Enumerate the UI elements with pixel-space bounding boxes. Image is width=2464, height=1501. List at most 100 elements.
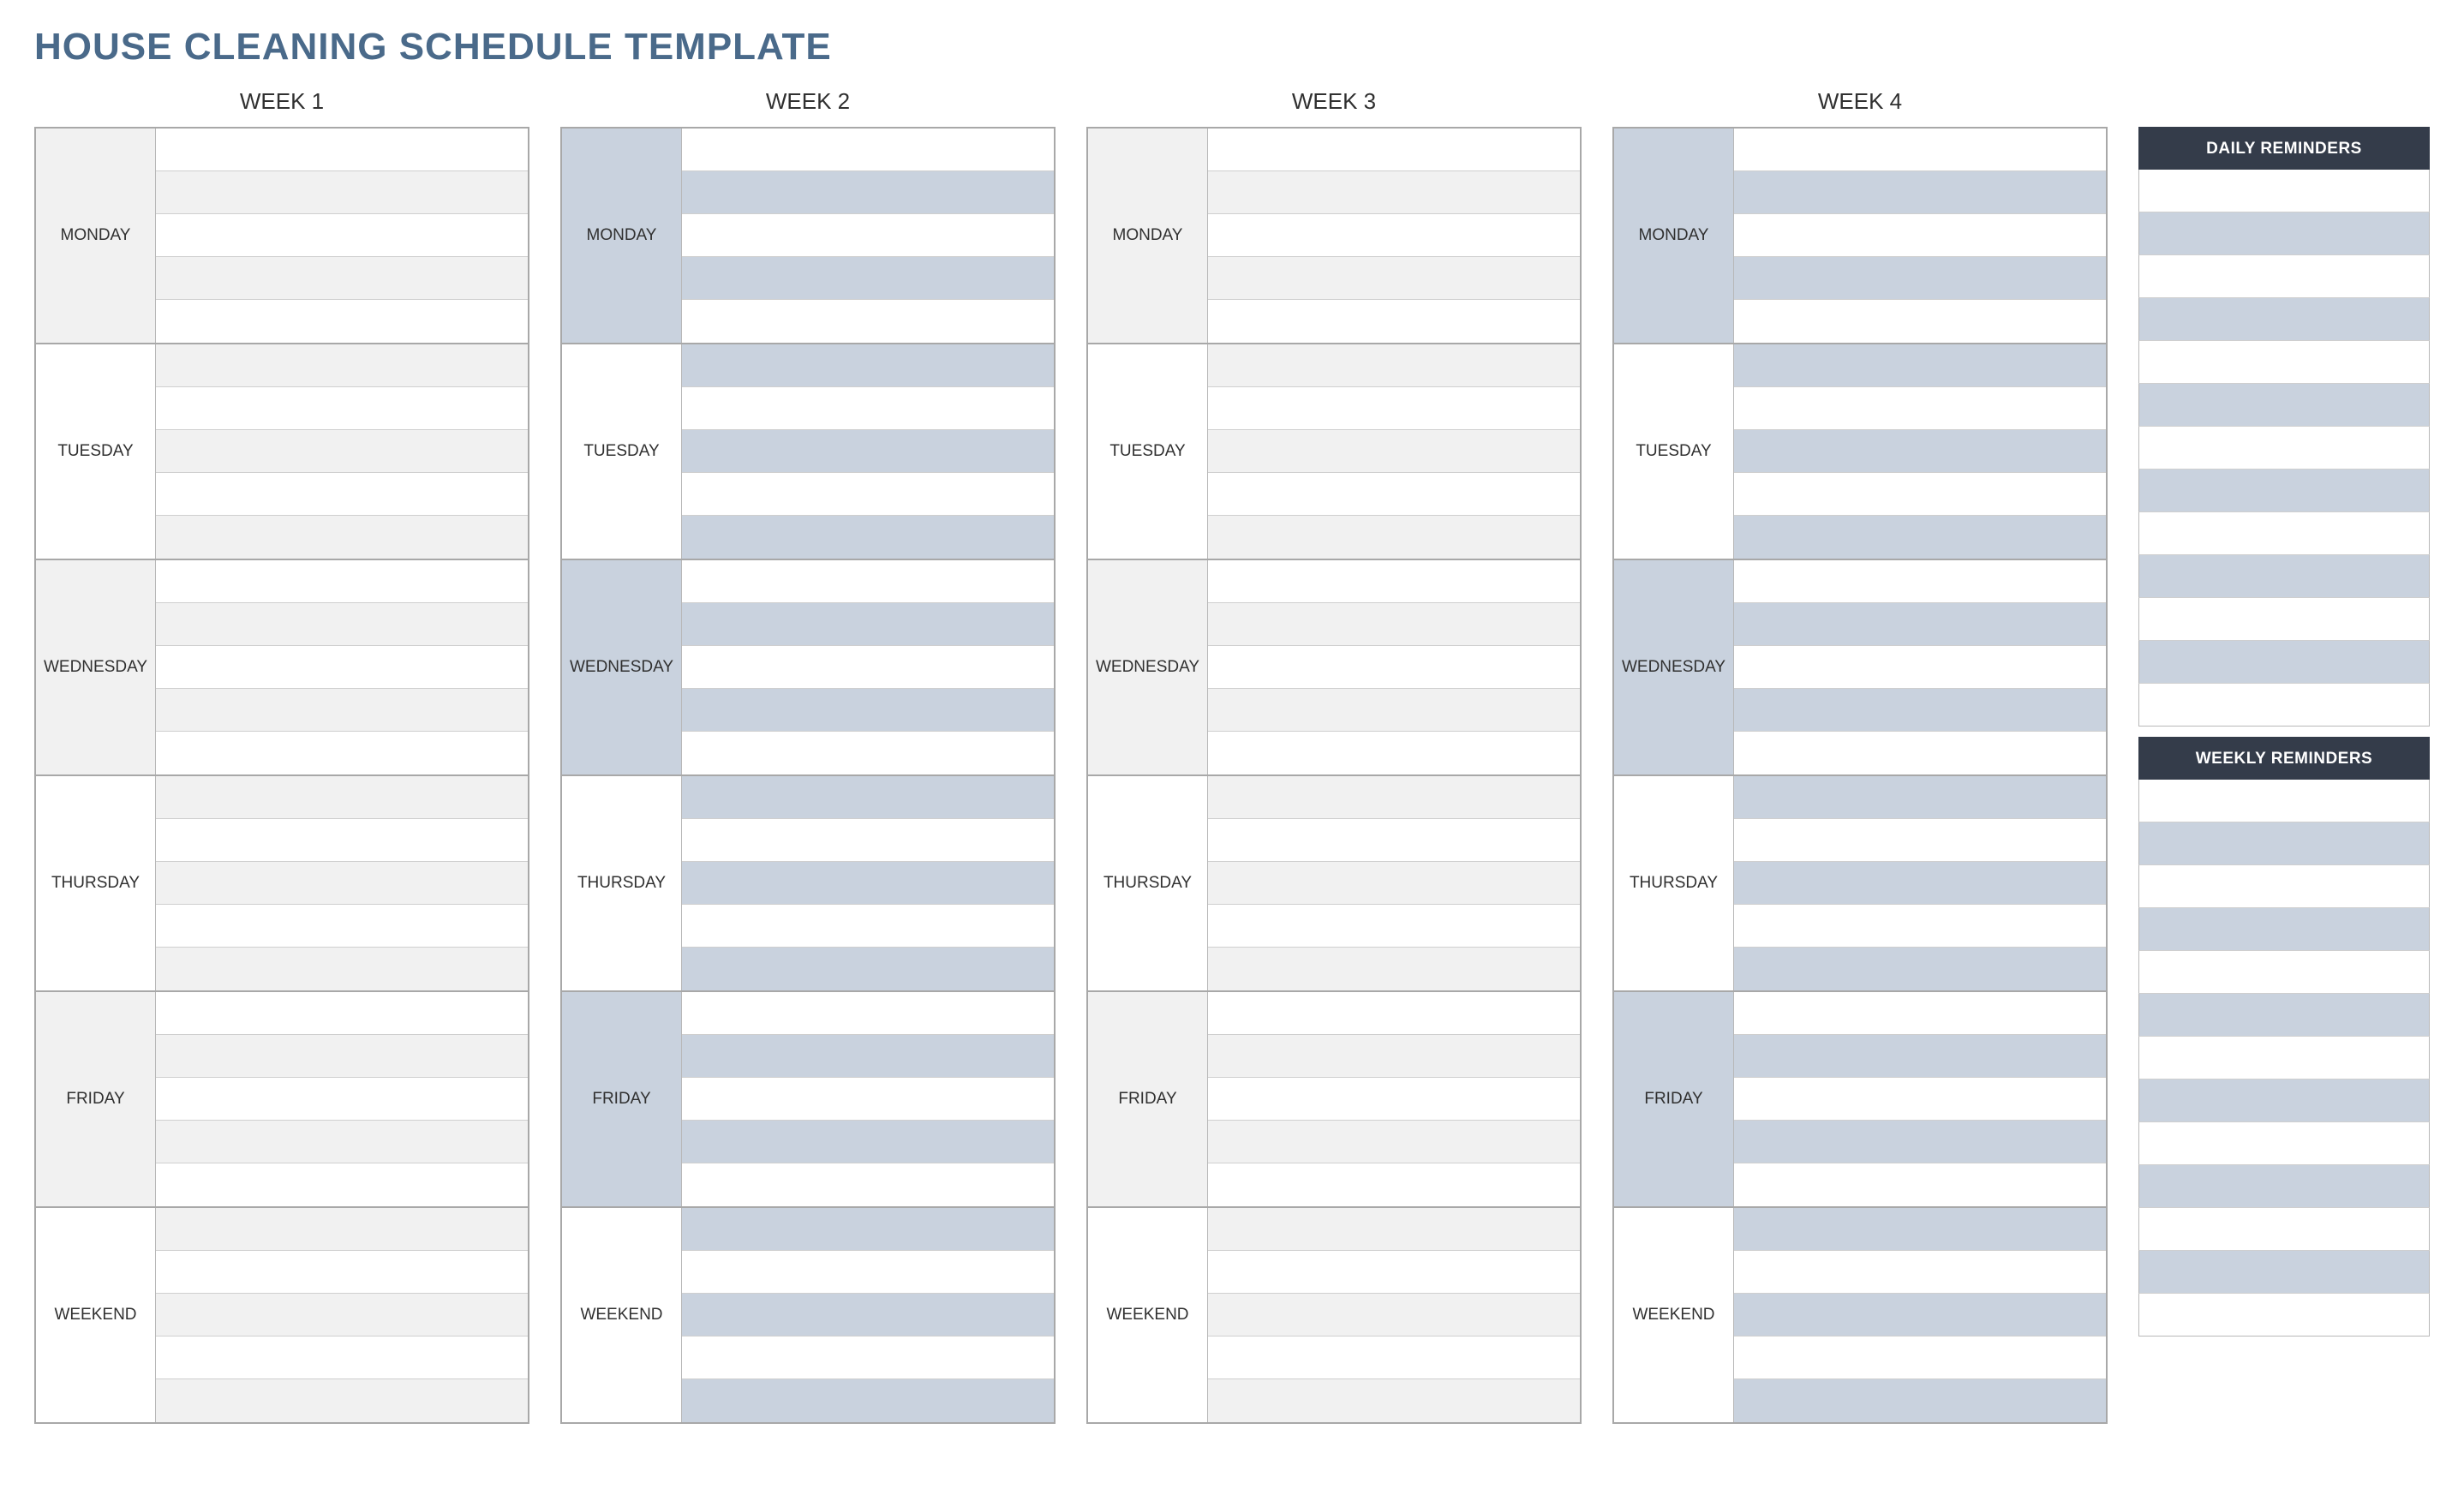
task-slot[interactable] [682,646,1054,689]
task-slot[interactable] [1734,344,2106,387]
task-slot[interactable] [1734,1035,2106,1078]
task-slot[interactable] [156,257,528,300]
reminder-slot[interactable] [2138,1122,2430,1165]
task-slot[interactable] [156,689,528,732]
task-slot[interactable] [1734,129,2106,171]
reminder-slot[interactable] [2138,1251,2430,1294]
task-slot[interactable] [1208,862,1580,905]
task-slot[interactable] [1208,387,1580,430]
task-slot[interactable] [1734,430,2106,473]
task-slot[interactable] [156,1294,528,1337]
task-slot[interactable] [682,862,1054,905]
task-slot[interactable] [156,300,528,343]
reminder-slot[interactable] [2138,598,2430,641]
task-slot[interactable] [1208,1035,1580,1078]
task-slot[interactable] [156,603,528,646]
task-slot[interactable] [682,689,1054,732]
task-slot[interactable] [1734,732,2106,774]
task-slot[interactable] [1208,689,1580,732]
task-slot[interactable] [1208,992,1580,1035]
task-slot[interactable] [1208,430,1580,473]
reminder-slot[interactable] [2138,822,2430,865]
task-slot[interactable] [682,992,1054,1035]
task-slot[interactable] [156,1078,528,1121]
reminder-slot[interactable] [2138,341,2430,384]
task-slot[interactable] [1734,387,2106,430]
task-slot[interactable] [1208,257,1580,300]
reminder-slot[interactable] [2138,865,2430,908]
task-slot[interactable] [156,129,528,171]
task-slot[interactable] [1734,905,2106,948]
task-slot[interactable] [1734,171,2106,214]
task-slot[interactable] [1734,992,2106,1035]
reminder-slot[interactable] [2138,1079,2430,1122]
task-slot[interactable] [1208,171,1580,214]
task-slot[interactable] [682,905,1054,948]
reminder-slot[interactable] [2138,255,2430,298]
reminder-slot[interactable] [2138,1208,2430,1251]
reminder-slot[interactable] [2138,641,2430,684]
task-slot[interactable] [1734,1337,2106,1379]
task-slot[interactable] [682,257,1054,300]
reminder-slot[interactable] [2138,384,2430,427]
reminder-slot[interactable] [2138,212,2430,255]
task-slot[interactable] [1208,344,1580,387]
task-slot[interactable] [1734,1208,2106,1251]
task-slot[interactable] [156,387,528,430]
task-slot[interactable] [682,560,1054,603]
task-slot[interactable] [682,344,1054,387]
task-slot[interactable] [682,819,1054,862]
task-slot[interactable] [1208,214,1580,257]
task-slot[interactable] [682,1379,1054,1422]
task-slot[interactable] [1208,732,1580,774]
task-slot[interactable] [1734,1121,2106,1163]
task-slot[interactable] [156,732,528,774]
reminder-slot[interactable] [2138,1037,2430,1079]
task-slot[interactable] [156,473,528,516]
task-slot[interactable] [1734,819,2106,862]
task-slot[interactable] [682,171,1054,214]
task-slot[interactable] [682,300,1054,343]
task-slot[interactable] [156,1208,528,1251]
reminder-slot[interactable] [2138,908,2430,951]
task-slot[interactable] [682,603,1054,646]
task-slot[interactable] [682,129,1054,171]
task-slot[interactable] [1208,776,1580,819]
task-slot[interactable] [1208,1078,1580,1121]
task-slot[interactable] [682,1251,1054,1294]
task-slot[interactable] [1208,473,1580,516]
task-slot[interactable] [156,646,528,689]
task-slot[interactable] [156,1379,528,1422]
task-slot[interactable] [682,732,1054,774]
task-slot[interactable] [1734,1251,2106,1294]
task-slot[interactable] [156,948,528,990]
task-slot[interactable] [682,516,1054,559]
task-slot[interactable] [1734,1294,2106,1337]
task-slot[interactable] [1208,300,1580,343]
task-slot[interactable] [682,473,1054,516]
task-slot[interactable] [156,1121,528,1163]
task-slot[interactable] [1734,473,2106,516]
task-slot[interactable] [156,992,528,1035]
task-slot[interactable] [1734,214,2106,257]
task-slot[interactable] [682,1121,1054,1163]
task-slot[interactable] [1734,560,2106,603]
reminder-slot[interactable] [2138,1165,2430,1208]
task-slot[interactable] [1208,646,1580,689]
task-slot[interactable] [1208,905,1580,948]
task-slot[interactable] [1734,300,2106,343]
task-slot[interactable] [1208,516,1580,559]
task-slot[interactable] [682,1337,1054,1379]
task-slot[interactable] [156,344,528,387]
task-slot[interactable] [1208,560,1580,603]
reminder-slot[interactable] [2138,780,2430,822]
task-slot[interactable] [156,1163,528,1206]
task-slot[interactable] [1208,1379,1580,1422]
task-slot[interactable] [156,776,528,819]
task-slot[interactable] [156,516,528,559]
task-slot[interactable] [1208,603,1580,646]
reminder-slot[interactable] [2138,170,2430,212]
task-slot[interactable] [1208,1251,1580,1294]
task-slot[interactable] [1734,948,2106,990]
reminder-slot[interactable] [2138,1294,2430,1337]
